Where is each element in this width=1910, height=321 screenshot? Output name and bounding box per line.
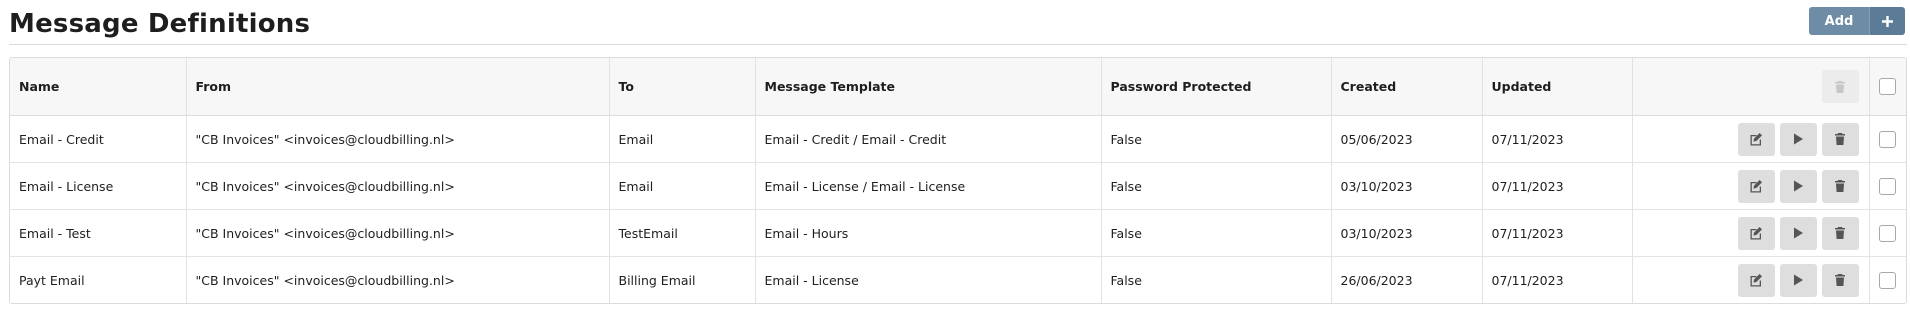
add-plus-button[interactable] [1869,7,1905,35]
delete-button[interactable] [1821,122,1859,156]
play-icon [1794,227,1803,239]
table-row: Payt Email "CB Invoices" <invoices@cloud… [10,256,1906,304]
row-checkbox[interactable] [1879,271,1897,289]
cell-password-protected: False [1101,209,1332,257]
column-header-actions [1632,58,1870,116]
cell-to: Email [609,115,756,163]
cell-to: TestEmail [609,209,756,257]
cell-password-protected: False [1101,162,1332,210]
edit-button[interactable] [1737,216,1775,250]
cell-updated: 07/11/2023 [1482,115,1633,163]
add-button[interactable]: Add [1809,7,1869,35]
cell-from: "CB Invoices" <invoices@cloudbilling.nl> [186,162,610,210]
table-row: Email - License "CB Invoices" <invoices@… [10,162,1906,210]
edit-icon [1750,180,1762,193]
cell-created: 05/06/2023 [1331,115,1483,163]
column-header-to[interactable]: To [609,58,756,116]
column-header-updated[interactable]: Updated [1482,58,1633,116]
row-checkbox[interactable] [1879,224,1897,242]
cell-updated: 07/11/2023 [1482,209,1633,257]
cell-template: Email - Credit / Email - Credit [755,115,1102,163]
cell-to: Email [609,162,756,210]
row-actions [1632,162,1870,210]
plus-icon [1882,15,1893,27]
title-divider [9,44,1907,45]
trash-icon [1835,274,1845,286]
play-icon [1794,274,1803,286]
cell-name: Email - Test [10,209,187,257]
trash-icon [1835,133,1845,145]
row-actions [1632,209,1870,257]
row-actions [1632,256,1870,303]
row-select [1869,115,1906,163]
run-button[interactable] [1779,216,1817,250]
bulk-delete-button [1821,70,1859,103]
edit-button[interactable] [1737,122,1775,156]
cell-password-protected: False [1101,256,1332,303]
row-select [1869,209,1906,257]
edit-button[interactable] [1737,169,1775,203]
row-checkbox[interactable] [1879,177,1897,195]
table-row: Email - Test "CB Invoices" <invoices@clo… [10,209,1906,257]
run-button[interactable] [1779,263,1817,297]
column-header-name[interactable]: Name [10,58,187,116]
delete-button[interactable] [1821,216,1859,250]
table-row: Email - Credit "CB Invoices" <invoices@c… [10,115,1906,163]
cell-to: Billing Email [609,256,756,303]
row-checkbox[interactable] [1879,130,1897,148]
cell-updated: 07/11/2023 [1482,162,1633,210]
cell-template: Email - License [755,256,1102,303]
run-button[interactable] [1779,169,1817,203]
cell-name: Email - License [10,162,187,210]
row-select [1869,257,1906,304]
edit-button[interactable] [1737,263,1775,297]
message-definitions-table: Name From To Message Template Password P… [9,57,1907,304]
edit-icon [1750,274,1762,287]
add-button-group: Add [1809,7,1905,35]
row-actions [1632,115,1870,163]
cell-name: Email - Credit [10,115,187,163]
delete-button[interactable] [1821,263,1859,297]
cell-created: 26/06/2023 [1331,256,1483,303]
page-header: Message Definitions Add [0,0,1910,46]
play-icon [1794,180,1803,192]
trash-icon [1835,80,1845,93]
column-header-message-template[interactable]: Message Template [755,58,1102,116]
row-select [1869,162,1906,210]
cell-password-protected: False [1101,115,1332,163]
cell-from: "CB Invoices" <invoices@cloudbilling.nl> [186,256,610,303]
cell-name: Payt Email [10,256,187,303]
run-button[interactable] [1779,122,1817,156]
select-all-checkbox[interactable] [1879,78,1897,95]
cell-from: "CB Invoices" <invoices@cloudbilling.nl> [186,209,610,257]
cell-template: Email - Hours [755,209,1102,257]
column-header-select [1869,58,1906,116]
column-header-from[interactable]: From [186,58,610,116]
trash-icon [1835,227,1845,239]
delete-button[interactable] [1821,169,1859,203]
cell-created: 03/10/2023 [1331,209,1483,257]
edit-icon [1750,133,1762,146]
column-header-password-protected[interactable]: Password Protected [1101,58,1332,116]
cell-updated: 07/11/2023 [1482,256,1633,303]
edit-icon [1750,227,1762,240]
cell-created: 03/10/2023 [1331,162,1483,210]
page-title: Message Definitions [9,9,311,39]
play-icon [1794,133,1803,145]
table-header-row: Name From To Message Template Password P… [10,58,1906,116]
cell-from: "CB Invoices" <invoices@cloudbilling.nl> [186,115,610,163]
column-header-created[interactable]: Created [1331,58,1483,116]
trash-icon [1835,180,1845,192]
cell-template: Email - License / Email - License [755,162,1102,210]
